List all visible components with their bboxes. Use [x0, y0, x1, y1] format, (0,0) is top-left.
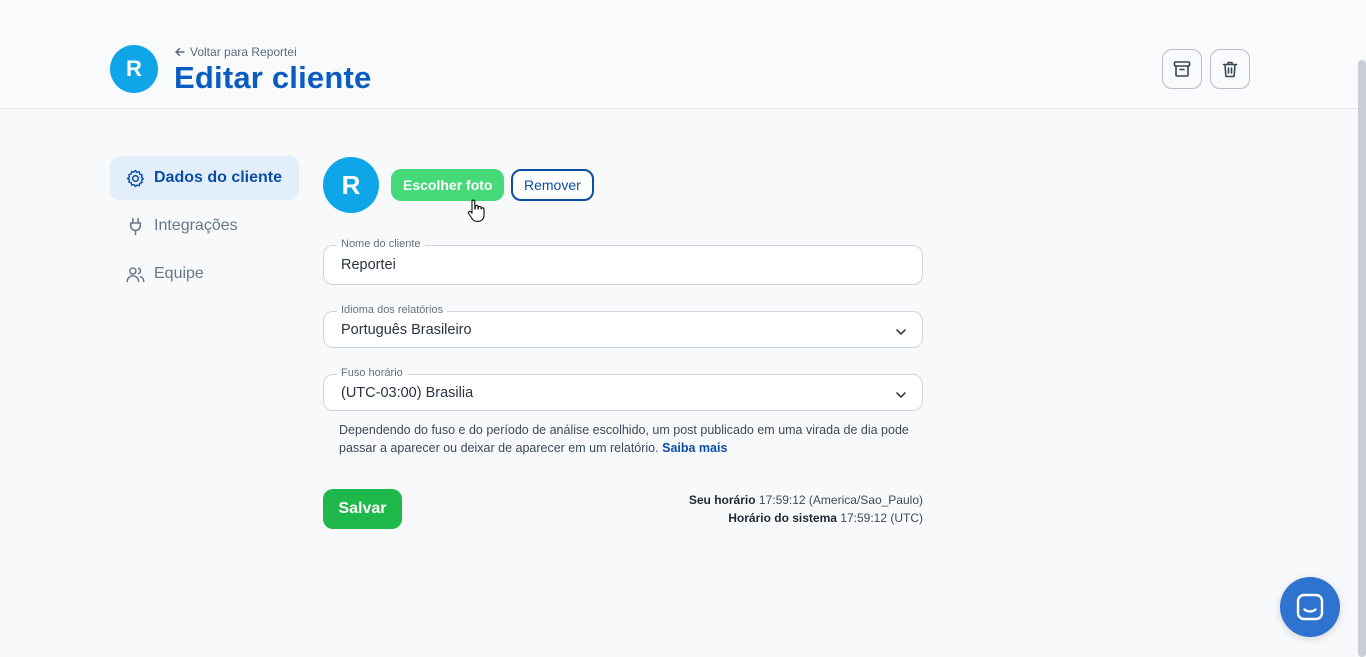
report-language-label: Idioma dos relatórios: [337, 304, 448, 316]
system-time-value: 17:59:12 (UTC): [840, 511, 923, 525]
system-time: Horário do sistema 17:59:12 (UTC): [689, 509, 923, 527]
timezone-select[interactable]: Fuso horário (UTC-03:00) Brasilia: [323, 367, 923, 411]
sidebar-item-label: Equipe: [154, 265, 204, 282]
system-time-label: Horário do sistema: [728, 511, 837, 525]
archive-icon: [1173, 61, 1191, 77]
sidebar-item-dados-do-cliente[interactable]: Dados do cliente: [110, 156, 299, 200]
scrollbar[interactable]: [1358, 60, 1366, 657]
save-button[interactable]: Salvar: [323, 489, 402, 529]
sidebar-item-label: Dados do cliente: [154, 169, 283, 186]
back-link[interactable]: Voltar para Reportei: [175, 45, 297, 59]
chevron-down-icon: [896, 329, 906, 335]
timezone-value: (UTC-03:00) Brasilia: [341, 384, 474, 401]
timezone-label: Fuso horário: [337, 367, 407, 379]
remove-photo-button[interactable]: Remover: [511, 169, 594, 201]
client-name-input[interactable]: Nome do cliente Reportei: [323, 238, 923, 285]
page-title: Editar cliente: [174, 60, 372, 95]
chat-icon: [1296, 593, 1324, 621]
back-link-label: Voltar para Reportei: [190, 45, 297, 59]
sidebar: Dados do cliente Integrações Equipe: [110, 156, 299, 300]
archive-button[interactable]: [1162, 49, 1202, 89]
arrow-left-icon: [175, 47, 185, 57]
user-time-label: Seu horário: [688, 493, 756, 507]
client-form: R Escolher foto Remover Nome do cliente …: [323, 156, 923, 529]
help-text: Dependendo do fuso e do período de análi…: [339, 423, 909, 455]
report-language-select[interactable]: Idioma dos relatórios Português Brasilei…: [323, 304, 923, 348]
photo-row: R Escolher foto Remover: [323, 156, 923, 222]
gear-icon: [126, 169, 145, 187]
users-icon: [126, 266, 145, 282]
client-name-label: Nome do cliente: [337, 238, 425, 250]
chevron-down-icon: [896, 392, 906, 398]
client-avatar: R: [110, 45, 158, 93]
time-info: Seu horário 17:59:12 (America/Sao_Paulo)…: [689, 491, 923, 527]
timezone-help-text: Dependendo do fuso e do período de análi…: [339, 421, 929, 457]
delete-button[interactable]: [1210, 49, 1250, 89]
sidebar-item-integracoes[interactable]: Integrações: [110, 204, 299, 248]
hand-cursor-icon: [467, 199, 485, 222]
client-name-value: Reportei: [341, 257, 396, 273]
user-time-value: 17:59:12 (America/Sao_Paulo): [758, 493, 923, 507]
page-header: R Voltar para Reportei Editar cliente: [0, 0, 1366, 109]
trash-icon: [1222, 61, 1238, 78]
user-time: Seu horário 17:59:12 (America/Sao_Paulo): [689, 491, 923, 509]
learn-more-link[interactable]: Saiba mais: [662, 441, 727, 455]
chat-launcher-button[interactable]: [1280, 577, 1340, 637]
choose-photo-button[interactable]: Escolher foto: [391, 169, 505, 201]
report-language-value: Português Brasileiro: [341, 321, 472, 338]
sidebar-item-equipe[interactable]: Equipe: [110, 252, 299, 296]
plug-icon: [129, 217, 142, 235]
client-photo-avatar: R: [323, 157, 379, 213]
sidebar-item-label: Integrações: [154, 217, 238, 234]
